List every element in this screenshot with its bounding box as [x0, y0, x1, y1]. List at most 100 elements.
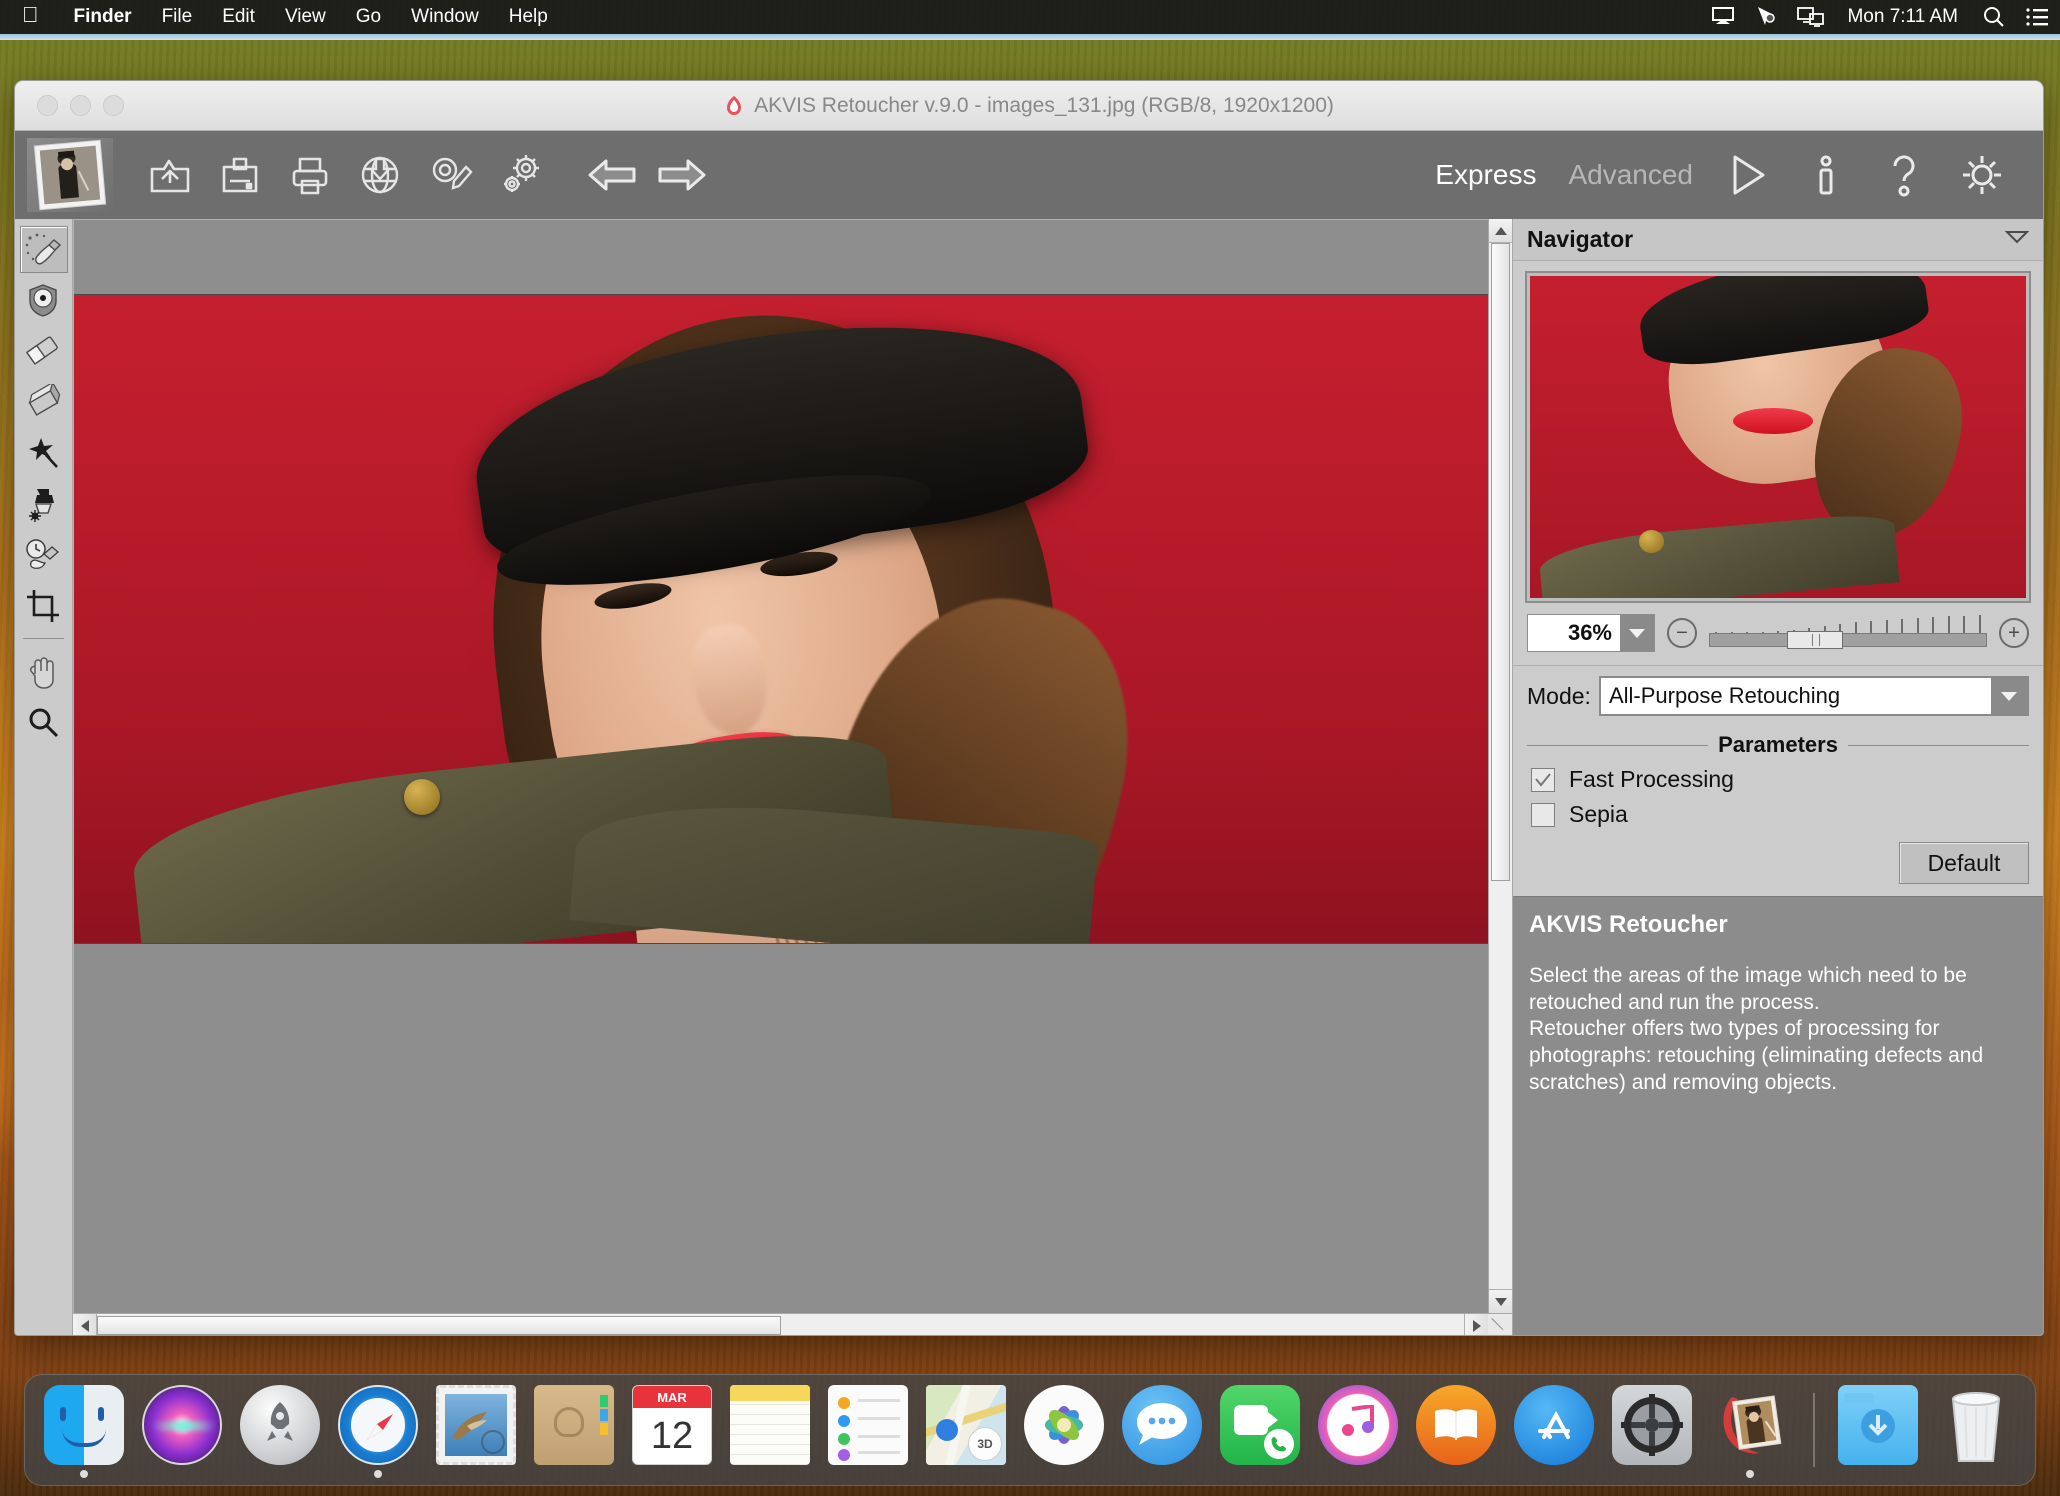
zoom-slider-track[interactable]: [1709, 633, 1987, 647]
toolbar-right-group: Express Advanced: [1419, 140, 2021, 210]
magic-wand-tool[interactable]: [15, 427, 71, 478]
window-title-bar[interactable]: AKVIS Retoucher v.9.0 - images_131.jpg (…: [15, 81, 2043, 131]
vertical-scroll-thumb[interactable]: [1491, 243, 1510, 882]
fast-processing-checkbox[interactable]: [1531, 767, 1555, 792]
menu-item-go[interactable]: Go: [341, 6, 396, 28]
right-panel: Navigator 36% − + Mode: All-Purpose Reto…: [1513, 219, 2043, 1335]
dock-item-app-store[interactable]: [1509, 1382, 1599, 1478]
triangle-down-icon[interactable]: [2004, 230, 2030, 249]
zoom-input[interactable]: 36%: [1527, 614, 1655, 652]
zoom-slider-thumb[interactable]: [1786, 631, 1843, 649]
fast-processing-row[interactable]: Fast Processing: [1513, 758, 2043, 793]
scroll-up-arrow-icon[interactable]: [1489, 219, 1512, 243]
print-image-button[interactable]: [275, 140, 345, 210]
menu-item-window[interactable]: Window: [396, 6, 494, 28]
akvis-retoucher-logo[interactable]: [27, 138, 113, 212]
dock-item-contacts[interactable]: [529, 1382, 619, 1478]
canvas-row: [73, 219, 1512, 1313]
window-resize-grip[interactable]: [1488, 1314, 1512, 1335]
dock-item-downloads[interactable]: [1833, 1382, 1923, 1478]
selection-brush-tool[interactable]: [15, 223, 71, 274]
image-canvas[interactable]: [73, 219, 1488, 1313]
redo-button[interactable]: [647, 140, 717, 210]
dock-item-photos[interactable]: [1019, 1382, 1109, 1478]
hand-tool[interactable]: [15, 646, 71, 697]
dock-item-reminders[interactable]: [823, 1382, 913, 1478]
mode-dropdown-button[interactable]: [1991, 678, 2027, 714]
airplay-display-icon[interactable]: [1701, 0, 1745, 34]
menu-item-file[interactable]: File: [147, 6, 208, 28]
tab-advanced[interactable]: Advanced: [1552, 159, 1709, 191]
scroll-down-arrow-icon[interactable]: [1489, 1289, 1512, 1313]
dock-item-akvis-retoucher[interactable]: [1705, 1382, 1795, 1478]
horizontal-scroll-track[interactable]: [97, 1314, 1464, 1335]
menu-item-edit[interactable]: Edit: [207, 6, 270, 28]
default-button[interactable]: Default: [1899, 842, 2029, 884]
akvis-retoucher-dock-icon: [1710, 1385, 1790, 1465]
dock-item-maps[interactable]: 3D: [921, 1382, 1011, 1478]
run-button[interactable]: [1709, 140, 1787, 210]
horizontal-scroll-thumb[interactable]: [97, 1316, 781, 1335]
menu-bar-clock[interactable]: Mon 7:11 AM: [1833, 6, 1972, 28]
edited-image[interactable]: [74, 294, 1488, 944]
preferences-button[interactable]: [485, 140, 555, 210]
dock-item-siri[interactable]: [137, 1382, 227, 1478]
menu-item-view[interactable]: View: [270, 6, 341, 28]
apple-logo-icon[interactable]: : [22, 4, 39, 26]
navigator-thumbnail-frame[interactable]: [1525, 271, 2031, 603]
sepia-row[interactable]: Sepia: [1513, 793, 2043, 828]
photos-icon: [1024, 1385, 1104, 1465]
zoom-in-button[interactable]: +: [1999, 618, 2029, 648]
mode-value: All-Purpose Retouching: [1608, 683, 1841, 708]
navigator-thumbnail[interactable]: [1530, 276, 2026, 598]
dock-item-books[interactable]: [1411, 1382, 1501, 1478]
dock-item-itunes[interactable]: [1313, 1382, 1403, 1478]
save-image-button[interactable]: [205, 140, 275, 210]
screen-sharing-icon[interactable]: [1789, 0, 1833, 34]
dock-item-finder[interactable]: [39, 1382, 129, 1478]
window-body: Navigator 36% − + Mode: All-Purpose Reto…: [15, 219, 2043, 1335]
comments-button[interactable]: [415, 140, 485, 210]
contacts-icon: [534, 1385, 614, 1465]
canvas-horizontal-scrollbar[interactable]: [73, 1313, 1512, 1335]
vertical-scroll-track[interactable]: [1489, 243, 1512, 1289]
cursor-pointer-icon[interactable]: [1745, 0, 1789, 34]
eraser-tool[interactable]: [15, 325, 71, 376]
navigator-panel-header[interactable]: Navigator: [1513, 219, 2043, 261]
help-button[interactable]: [1865, 140, 1943, 210]
dock-item-messages[interactable]: [1117, 1382, 1207, 1478]
tab-express[interactable]: Express: [1419, 159, 1552, 191]
akvis-retoucher-window: AKVIS Retoucher v.9.0 - images_131.jpg (…: [14, 80, 2044, 1336]
dock-item-launchpad[interactable]: [235, 1382, 325, 1478]
navigator-lips: [1733, 408, 1813, 434]
clone-stamp-tool[interactable]: [15, 478, 71, 529]
menu-item-help[interactable]: Help: [494, 6, 563, 28]
dock-item-notes[interactable]: [725, 1382, 815, 1478]
undo-button[interactable]: [577, 140, 647, 210]
dock-item-calendar[interactable]: MAR 12: [627, 1382, 717, 1478]
patch-tool[interactable]: [15, 376, 71, 427]
dock-item-system-preferences[interactable]: [1607, 1382, 1697, 1478]
exclusion-brush-tool[interactable]: [15, 274, 71, 325]
settings-button[interactable]: [1943, 140, 2021, 210]
scroll-left-arrow-icon[interactable]: [73, 1314, 97, 1335]
control-center-list-icon[interactable]: [2016, 0, 2060, 34]
zoom-out-button[interactable]: −: [1667, 618, 1697, 648]
open-image-button[interactable]: [135, 140, 205, 210]
menu-item-finder[interactable]: Finder: [59, 6, 147, 28]
publish-web-button[interactable]: [345, 140, 415, 210]
zoom-dropdown-button[interactable]: [1620, 615, 1654, 651]
canvas-vertical-scrollbar[interactable]: [1488, 219, 1512, 1313]
crop-tool[interactable]: [15, 580, 71, 631]
zoom-slider[interactable]: [1709, 613, 1987, 653]
history-brush-tool[interactable]: [15, 529, 71, 580]
sepia-checkbox[interactable]: [1531, 802, 1555, 827]
about-button[interactable]: [1787, 140, 1865, 210]
dock-item-facetime[interactable]: [1215, 1382, 1305, 1478]
dock-item-safari[interactable]: [333, 1382, 423, 1478]
zoom-tool[interactable]: [15, 697, 71, 748]
dock-item-trash[interactable]: [1931, 1382, 2021, 1478]
dock-item-mail[interactable]: [431, 1382, 521, 1478]
mode-select[interactable]: All-Purpose Retouching: [1598, 676, 2029, 716]
search-icon[interactable]: [1972, 0, 2016, 34]
